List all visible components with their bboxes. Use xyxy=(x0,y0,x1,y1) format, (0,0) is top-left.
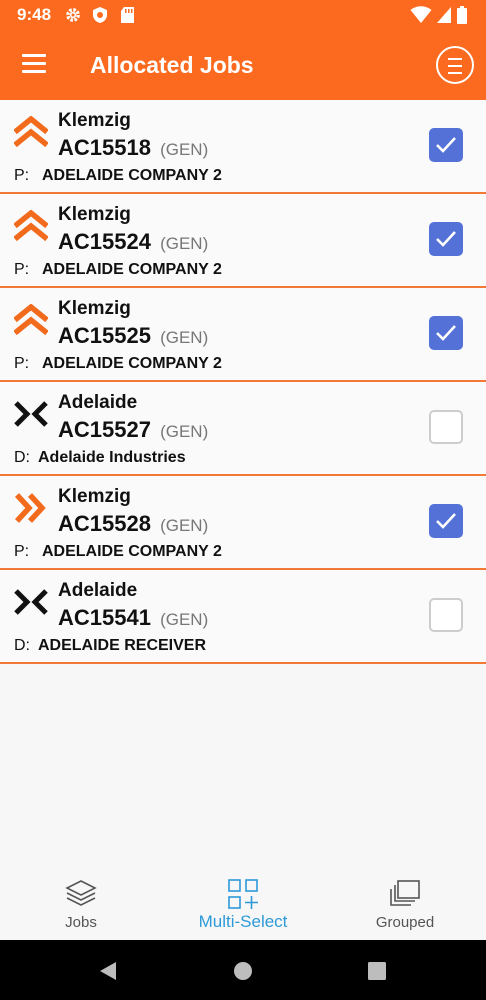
job-number-text: AC15541 xyxy=(58,605,151,630)
job-number-text: AC15524 xyxy=(58,229,151,254)
nav-item-multi-select[interactable]: Multi-Select xyxy=(162,872,324,940)
company-name: ADELAIDE COMPANY 2 xyxy=(42,355,222,372)
job-number: AC15518 (GEN) xyxy=(58,135,208,161)
checkmark-icon xyxy=(436,325,456,341)
job-location: Adelaide xyxy=(58,580,138,601)
system-nav-bar xyxy=(0,940,486,1000)
job-number: AC15528 (GEN) xyxy=(58,511,208,537)
job-select-checkbox[interactable] xyxy=(429,504,463,538)
nav-item-jobs[interactable]: Jobs xyxy=(0,872,162,940)
party-code: P: xyxy=(14,167,30,184)
converge-arrows-icon xyxy=(14,589,48,615)
job-location: Klemzig xyxy=(58,298,131,319)
job-number: AC15541 (GEN) xyxy=(58,605,208,631)
double-chevron-up-icon xyxy=(14,210,48,242)
job-number: AC15525 (GEN) xyxy=(58,323,208,349)
job-select-checkbox[interactable] xyxy=(429,222,463,256)
home-circle-icon[interactable] xyxy=(233,961,253,981)
job-select-checkbox[interactable] xyxy=(429,128,463,162)
job-row[interactable]: Adelaide AC15527 (GEN) D: Adelaide Indus… xyxy=(0,382,486,476)
company-name: ADELAIDE COMPANY 2 xyxy=(42,543,222,560)
company-name: ADELAIDE COMPANY 2 xyxy=(42,261,222,278)
nav-item-grouped[interactable]: Grouped xyxy=(324,872,486,940)
job-select-checkbox[interactable] xyxy=(429,598,463,632)
hamburger-menu-icon[interactable] xyxy=(22,54,48,76)
stacked-pages-icon xyxy=(390,880,420,906)
job-row[interactable]: Klemzig AC15528 (GEN) P: ADELAIDE COMPAN… xyxy=(0,476,486,570)
nav-label-multi-select: Multi-Select xyxy=(198,912,288,931)
party-code: P: xyxy=(14,543,30,560)
list-menu-icon[interactable] xyxy=(436,46,474,84)
job-location: Klemzig xyxy=(58,486,131,507)
nav-label-grouped: Grouped xyxy=(375,914,435,931)
checkmark-icon xyxy=(436,513,456,529)
checkmark-icon xyxy=(436,137,456,153)
status-bar: 9:48 xyxy=(0,0,486,30)
shield-icon xyxy=(93,7,107,23)
job-location: Klemzig xyxy=(58,204,131,225)
back-triangle-icon[interactable] xyxy=(99,961,117,981)
job-row[interactable]: Klemzig AC15525 (GEN) P: ADELAIDE COMPAN… xyxy=(0,288,486,382)
job-select-checkbox[interactable] xyxy=(429,410,463,444)
app-bar: Allocated Jobs xyxy=(0,30,486,100)
job-row[interactable]: Klemzig AC15518 (GEN) P: ADELAIDE COMPAN… xyxy=(0,100,486,194)
double-chevron-up-icon xyxy=(14,304,48,336)
job-location: Klemzig xyxy=(58,110,131,131)
company-name: ADELAIDE COMPANY 2 xyxy=(42,167,222,184)
job-type: (GEN) xyxy=(160,328,209,347)
wifi-icon xyxy=(410,6,432,23)
job-number-text: AC15525 xyxy=(58,323,151,348)
job-type: (GEN) xyxy=(160,234,209,253)
job-type: (GEN) xyxy=(160,610,209,629)
company-name: Adelaide Industries xyxy=(38,449,186,466)
nav-label-jobs: Jobs xyxy=(65,914,97,931)
company-name: ADELAIDE RECEIVER xyxy=(38,637,207,654)
job-number-text: AC15528 xyxy=(58,511,151,536)
job-location: Adelaide xyxy=(58,392,138,413)
job-type: (GEN) xyxy=(160,422,209,441)
job-select-checkbox[interactable] xyxy=(429,316,463,350)
job-row[interactable]: Klemzig AC15524 (GEN) P: ADELAIDE COMPAN… xyxy=(0,194,486,288)
party-code: D: xyxy=(14,449,30,466)
checkmark-icon xyxy=(436,231,456,247)
battery-icon xyxy=(457,6,467,24)
sd-card-icon xyxy=(121,7,134,23)
page-title: Allocated Jobs xyxy=(90,52,254,78)
job-type: (GEN) xyxy=(160,140,209,159)
party-code: P: xyxy=(14,261,30,278)
cell-signal-icon xyxy=(437,7,451,23)
bottom-nav: Jobs Multi-Select Grouped xyxy=(0,872,486,940)
party-code: P: xyxy=(14,355,30,372)
converge-arrows-icon xyxy=(14,401,48,427)
layers-icon xyxy=(65,880,97,906)
job-number-text: AC15527 xyxy=(58,417,151,442)
settings-gear-icon xyxy=(66,8,80,22)
double-chevron-right-icon xyxy=(14,493,46,523)
party-code: D: xyxy=(14,637,30,654)
multi-select-icon xyxy=(228,879,258,909)
job-number-text: AC15518 xyxy=(58,135,151,160)
job-number: AC15527 (GEN) xyxy=(58,417,208,443)
job-list: Klemzig AC15518 (GEN) P: ADELAIDE COMPAN… xyxy=(0,100,486,664)
recents-square-icon[interactable] xyxy=(368,962,386,980)
double-chevron-up-icon xyxy=(14,116,48,148)
status-time: 9:48 xyxy=(17,5,52,24)
job-row[interactable]: Adelaide AC15541 (GEN) D: ADELAIDE RECEI… xyxy=(0,570,486,664)
job-number: AC15524 (GEN) xyxy=(58,229,208,255)
job-type: (GEN) xyxy=(160,516,209,535)
